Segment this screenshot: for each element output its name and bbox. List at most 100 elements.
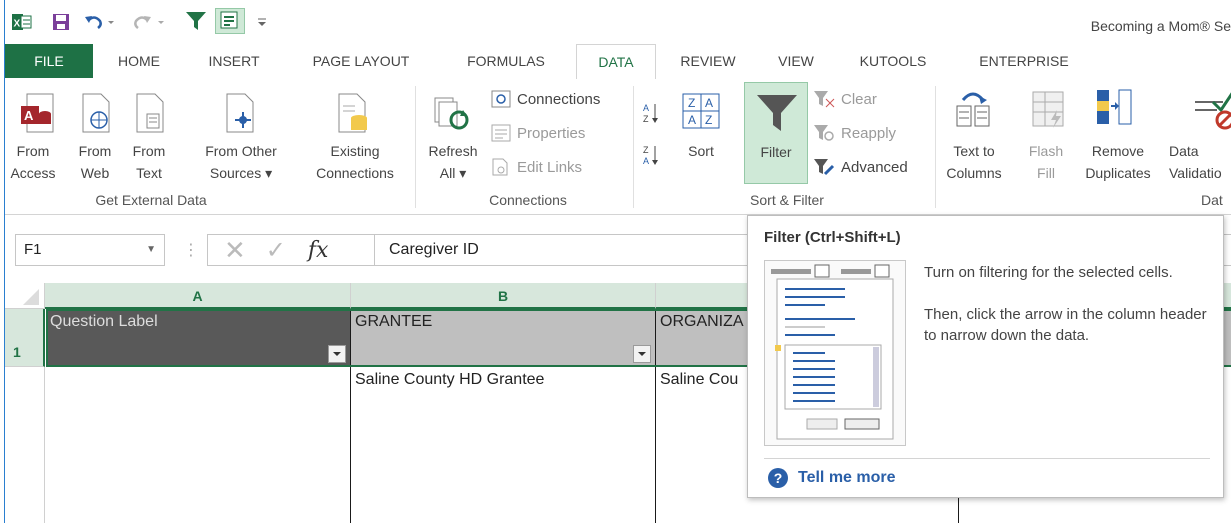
clear-filter-icon [814, 91, 835, 108]
tab-formulas[interactable]: FORMULAS [452, 44, 560, 78]
filter-preview-image [764, 260, 906, 446]
sort-button[interactable]: Sort [677, 140, 725, 162]
sort-z-a-icon[interactable]: ZA [643, 144, 659, 169]
tab-insert[interactable]: INSERT [198, 44, 270, 78]
save-icon[interactable] [51, 12, 71, 32]
text-to-columns-icon [955, 88, 993, 133]
cell-a2[interactable] [46, 367, 351, 523]
tooltip-divider [764, 458, 1210, 459]
tooltip-title: Filter (Ctrl+Shift+L) [764, 229, 901, 246]
svg-text:A: A [643, 103, 649, 113]
cancel-icon[interactable]: ✕ [224, 235, 246, 266]
filter-dropdown-icon[interactable] [328, 345, 346, 363]
connections-button[interactable]: Connections [491, 90, 600, 108]
filter-label: Filter [760, 144, 792, 160]
tab-review[interactable]: REVIEW [667, 44, 749, 78]
group-label-get-external-data: Get External Data [95, 192, 207, 208]
text-to-columns-button[interactable]: Text to Columns [939, 140, 1009, 184]
tell-me-more-link[interactable]: ? Tell me more [768, 468, 896, 488]
svg-text:A: A [643, 156, 649, 166]
row-header-2[interactable] [5, 367, 45, 523]
insert-function-icon[interactable]: fx [308, 238, 329, 263]
tab-enterprise[interactable]: ENTERPRISE [967, 44, 1081, 78]
row-header-1[interactable]: 1 [5, 309, 45, 367]
cell-a1[interactable]: Question Label [46, 309, 351, 367]
properties-button[interactable]: Properties [491, 124, 585, 142]
group-label-data-tools: Dat [1201, 192, 1223, 208]
tab-data[interactable]: DATA [576, 44, 656, 79]
group-label-connections: Connections [489, 192, 567, 208]
formula-buttons: ✕ ✓ fx [207, 234, 375, 266]
window-title: Becoming a Mom® Se [1090, 18, 1231, 34]
svg-text:Z: Z [705, 113, 712, 127]
ribbon-data: A From Access From Web From Text From Ot… [5, 78, 1231, 215]
from-access-button[interactable]: From Access [5, 140, 61, 184]
existing-connections-icon [335, 92, 369, 137]
svg-text:Z: Z [643, 145, 649, 155]
excel-logo-icon[interactable]: X [11, 12, 33, 32]
column-header-a[interactable]: A [45, 283, 351, 309]
reapply-label: Reapply [841, 124, 897, 142]
from-other-sources-button[interactable]: From Other Sources ▾ [195, 140, 287, 184]
filter-button[interactable]: Filter [744, 82, 808, 184]
connections-icon [491, 90, 511, 108]
filter-qat-icon[interactable] [181, 8, 211, 34]
svg-text:Z: Z [643, 114, 649, 124]
sort-a-z-icon[interactable]: AZ [643, 102, 659, 127]
tell-me-more-label: Tell me more [798, 469, 896, 486]
tooltip-text-1: Turn on filtering for the selected cells… [924, 264, 1173, 281]
cell-b1[interactable]: GRANTEE [351, 309, 656, 367]
advanced-button[interactable]: Advanced [813, 158, 908, 176]
tooltip-text-2: Then, click the arrow in the column head… [924, 306, 1207, 344]
chevron-down-icon[interactable]: ▼ [146, 235, 156, 265]
edit-links-icon [492, 158, 508, 176]
undo-icon[interactable] [83, 12, 119, 32]
quick-access-toolbar: X Becoming a Mom® Se [5, 0, 1231, 44]
form-qat-icon[interactable] [215, 8, 245, 34]
tab-page-layout[interactable]: PAGE LAYOUT [295, 44, 427, 78]
edit-links-button[interactable]: Edit Links [491, 158, 582, 176]
connections-label: Connections [517, 90, 601, 108]
from-web-button[interactable]: From Web [71, 140, 119, 184]
name-box-value: F1 [24, 241, 42, 258]
cell-b2[interactable]: Saline County HD Grantee [351, 367, 656, 523]
customize-qat-icon[interactable] [255, 12, 269, 32]
remove-duplicates-button[interactable]: Remove Duplicates [1077, 140, 1159, 184]
tab-view[interactable]: VIEW [770, 44, 822, 78]
refresh-all-icon [433, 96, 473, 135]
clear-button[interactable]: Clear [813, 90, 877, 108]
svg-text:Z: Z [688, 96, 695, 110]
data-validation-button[interactable]: Data Validatio [1169, 140, 1231, 184]
flash-fill-button[interactable]: Flash Fill [1019, 140, 1073, 184]
refresh-all-button[interactable]: Refresh All ▾ [423, 140, 483, 184]
text-file-icon [133, 92, 167, 137]
access-db-icon: A [19, 92, 55, 137]
tooltip-body: Turn on filtering for the selected cells… [924, 262, 1209, 346]
redo-icon[interactable] [133, 12, 169, 32]
other-sources-icon [223, 92, 257, 137]
excel-window: X Becoming a Mom® Se FILE HOME INSERT PA… [4, 0, 1231, 523]
filter-dropdown-icon[interactable] [633, 345, 651, 363]
clear-label: Clear [841, 90, 877, 108]
enter-check-icon[interactable]: ✓ [266, 236, 286, 265]
svg-text:A: A [24, 108, 34, 123]
from-text-button[interactable]: From Text [125, 140, 173, 184]
data-validation-icon [1193, 92, 1231, 135]
tab-kutools[interactable]: KUTOOLS [848, 44, 938, 78]
select-all-corner[interactable] [5, 283, 45, 309]
advanced-label: Advanced [841, 158, 908, 176]
reapply-button[interactable]: Reapply [813, 124, 896, 142]
web-icon [79, 92, 113, 137]
tab-file[interactable]: FILE [5, 44, 93, 78]
existing-connections-button[interactable]: Existing Connections [303, 140, 407, 184]
cell-a1-text: Question Label [50, 313, 158, 330]
formula-bar-grip-icon: ⋮ [183, 242, 199, 259]
ribbon-tabs: FILE HOME INSERT PAGE LAYOUT FORMULAS DA… [5, 44, 1231, 122]
svg-text:A: A [705, 96, 713, 110]
name-box[interactable]: F1 ▼ [15, 234, 165, 266]
edit-links-label: Edit Links [517, 158, 583, 176]
cell-c1-text: ORGANIZA [660, 313, 744, 330]
tab-home[interactable]: HOME [104, 44, 174, 78]
remove-duplicates-icon [1095, 88, 1135, 133]
column-header-b[interactable]: B [351, 283, 656, 309]
